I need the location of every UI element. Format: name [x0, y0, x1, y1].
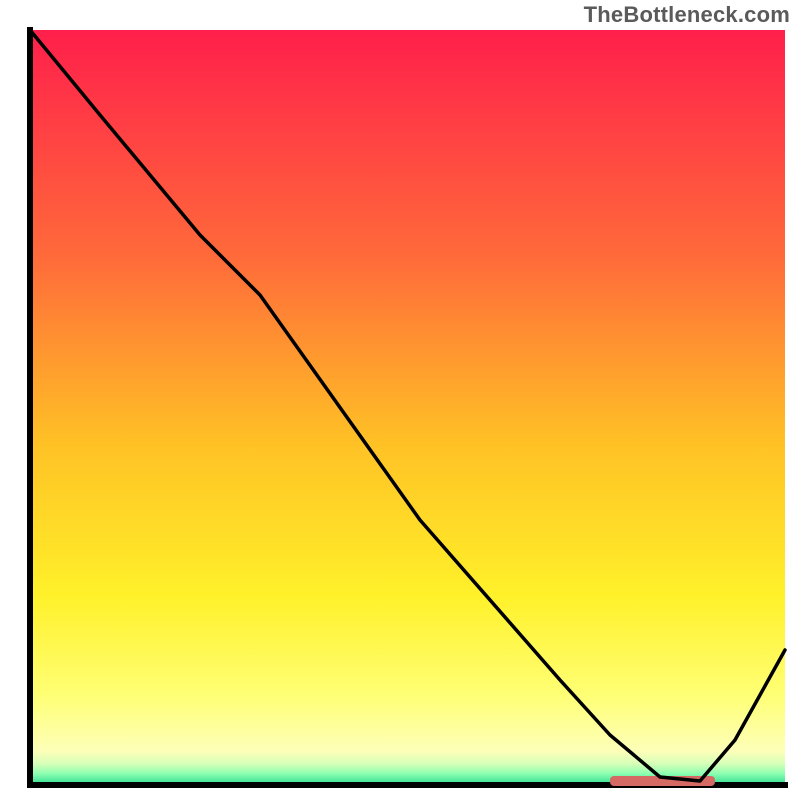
chart-container: { "attribution": "TheBottleneck.com", "c… [0, 0, 800, 800]
gradient-background [30, 30, 785, 785]
bottleneck-chart [0, 0, 800, 800]
